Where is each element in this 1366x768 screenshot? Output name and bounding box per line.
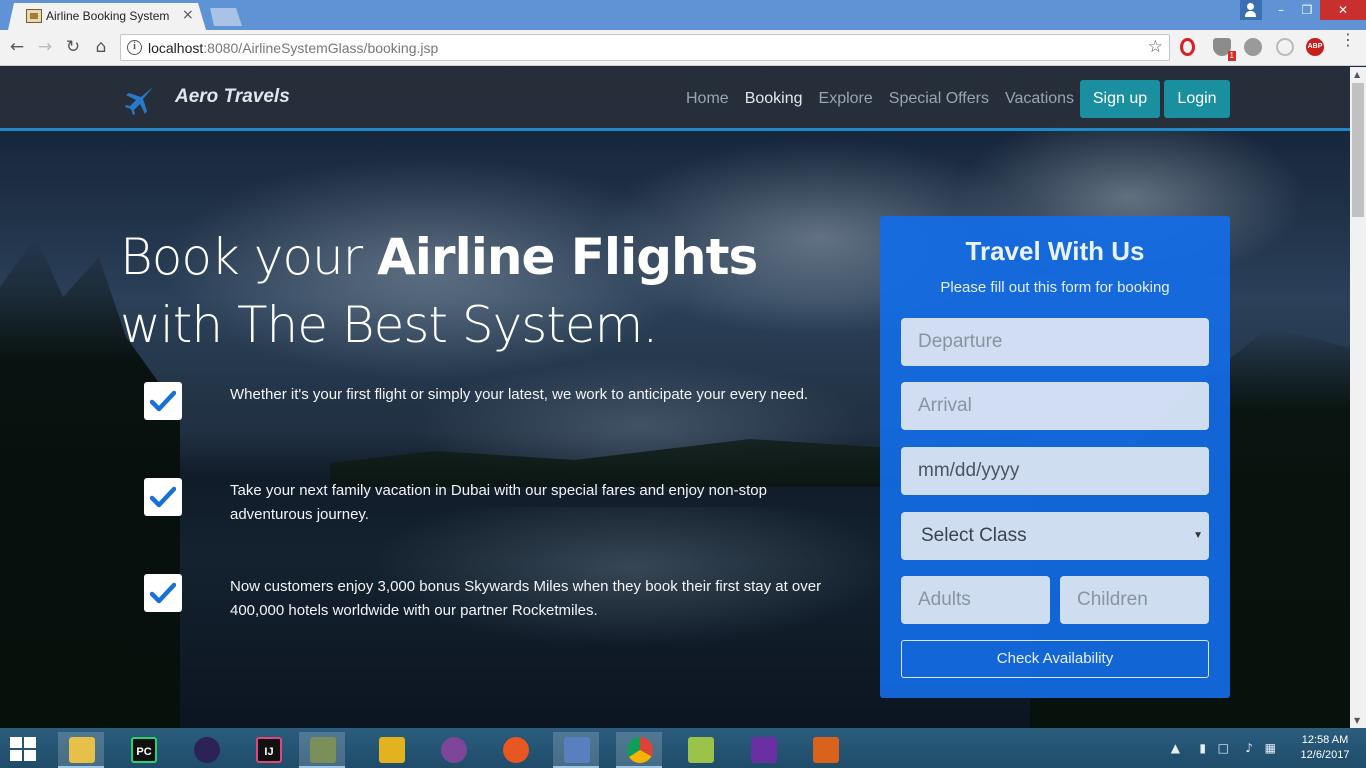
checkmark-icon	[144, 574, 182, 612]
nav-link-explore[interactable]: Explore	[819, 90, 873, 108]
feature-text: Take your next family vacation in Dubai …	[230, 482, 767, 523]
browser-toolbar: ← → ↻ ⌂ i localhost:8080/AirlineSystemGl…	[0, 30, 1366, 66]
nav-link-special-offers[interactable]: Special Offers	[889, 90, 989, 108]
browser-tab[interactable]: Airline Booking System ×	[8, 3, 206, 30]
scrollbar-thumb[interactable]	[1352, 83, 1364, 217]
brand-name[interactable]: Aero Travels	[175, 86, 290, 108]
page-scrollbar[interactable]: ▲ ▼	[1350, 67, 1366, 728]
network-disconnected-icon[interactable]: □	[1218, 741, 1229, 755]
home-icon[interactable]: ⌂	[90, 36, 112, 58]
file-explorer-icon[interactable]	[58, 732, 104, 768]
adblock-plus-icon[interactable]: ABP	[1306, 38, 1324, 56]
login-button[interactable]: Login	[1164, 80, 1230, 118]
site-navbar: Aero Travels Home Booking Explore Specia…	[0, 67, 1350, 131]
hero-title-part1: Book your	[120, 228, 378, 286]
hero-title-bold: Airline Flights	[377, 228, 758, 286]
checkmark-icon	[144, 478, 182, 516]
taskbar-clock[interactable]: 12:58 AM 12/6/2017	[1296, 733, 1354, 763]
children-input[interactable]: Children	[1060, 576, 1209, 624]
extension-badge: 1	[1227, 51, 1236, 61]
nav-links: Home Booking Explore Special Offers Vaca…	[686, 90, 1090, 108]
pycharm-icon[interactable]: PC	[120, 732, 166, 768]
tab-title: Airline Booking System	[46, 9, 170, 23]
form-subtitle: Please fill out this form for booking	[940, 279, 1170, 296]
address-bar[interactable]: i localhost:8080/AirlineSystemGlass/book…	[120, 34, 1170, 61]
eclipse-icon[interactable]	[183, 732, 229, 768]
adults-input[interactable]: Adults	[901, 576, 1050, 624]
hero-title-part2: with The Best System.	[120, 296, 658, 354]
clock-time: 12:58 AM	[1301, 734, 1349, 746]
minimize-button[interactable]: –	[1268, 0, 1294, 20]
new-tab-button[interactable]	[210, 8, 242, 26]
restore-button[interactable]: ❐	[1294, 0, 1320, 20]
opera-extension-icon[interactable]	[1180, 38, 1195, 56]
dropdown-caret-icon: ▼	[1193, 530, 1203, 541]
visual-studio-icon[interactable]	[740, 732, 786, 768]
form-title: Travel With Us	[965, 236, 1145, 266]
url-host: localhost	[148, 40, 204, 56]
signup-button[interactable]: Sign up	[1080, 80, 1160, 118]
chrome-icon[interactable]	[616, 732, 662, 768]
shield-extension-icon[interactable]: 1	[1213, 38, 1236, 61]
class-select[interactable]: Select Class ▼	[901, 512, 1209, 560]
arrival-input[interactable]: Arrival	[901, 382, 1209, 430]
scroll-up-icon[interactable]: ▲	[1354, 70, 1360, 79]
site-info-icon[interactable]: i	[127, 40, 142, 55]
departure-input[interactable]: Departure	[901, 318, 1209, 366]
tool-app-icon[interactable]	[299, 732, 345, 768]
feature-text: Whether it's your first flight or simply…	[230, 386, 809, 403]
checkmark-icon	[144, 382, 182, 420]
back-arrow-icon[interactable]: ←	[6, 36, 28, 58]
tab-close-icon[interactable]: ×	[182, 7, 194, 23]
virtualbox-icon[interactable]	[553, 732, 599, 768]
intellij-icon[interactable]: IJ	[245, 732, 291, 768]
matlab-icon[interactable]	[802, 732, 848, 768]
hero-title: Book your Airline Flights with The Best …	[120, 223, 860, 359]
notepad-plus-icon[interactable]	[677, 732, 723, 768]
page-viewport: Aero Travels Home Booking Explore Specia…	[0, 67, 1350, 728]
firefox-icon[interactable]	[492, 732, 538, 768]
nav-link-home[interactable]: Home	[686, 90, 729, 108]
reload-icon[interactable]: ↻	[62, 36, 84, 58]
windows-taskbar: PC IJ ▲ ▮ □ ♪ ▦ 12:58 AM 12/6/2017	[0, 728, 1366, 768]
browser-titlebar: Airline Booking System × – ❐ ✕	[0, 0, 1366, 30]
windows-start-icon[interactable]	[10, 737, 38, 761]
signal-icon[interactable]: ▦	[1265, 741, 1276, 755]
window-close-button[interactable]: ✕	[1320, 0, 1366, 20]
cloud-extension-icon[interactable]	[1244, 38, 1262, 56]
profile-icon[interactable]	[1240, 0, 1262, 20]
circle-extension-icon[interactable]	[1276, 38, 1294, 56]
volume-icon[interactable]: ♪	[1245, 741, 1253, 755]
check-availability-button[interactable]: Check Availability	[901, 640, 1209, 678]
class-select-value: Select Class	[921, 525, 1027, 546]
vs-code-alt-icon[interactable]	[368, 732, 414, 768]
bookmark-star-icon[interactable]: ☆	[1148, 37, 1163, 57]
tray-expand-icon[interactable]: ▲	[1171, 741, 1180, 755]
nav-link-vacations[interactable]: Vacations	[1005, 90, 1074, 108]
clock-date: 12/6/2017	[1300, 749, 1350, 761]
scroll-down-icon[interactable]: ▼	[1354, 716, 1360, 725]
browser-menu-icon[interactable]: ⋮	[1340, 32, 1356, 54]
feature-text: Now customers enjoy 3,000 bonus Skywards…	[230, 578, 822, 619]
airplane-logo-icon[interactable]	[123, 84, 155, 116]
forward-arrow-icon[interactable]: →	[34, 36, 56, 58]
page-favicon-icon	[26, 9, 42, 23]
nav-link-booking[interactable]: Booking	[745, 90, 803, 108]
tor-browser-icon[interactable]	[430, 732, 476, 768]
booking-form: Travel With Us Please fill out this form…	[880, 216, 1230, 698]
url-text[interactable]: localhost:8080/AirlineSystemGlass/bookin…	[148, 40, 438, 56]
battery-icon[interactable]: ▮	[1199, 741, 1206, 755]
window-controls: – ❐ ✕	[1240, 0, 1366, 20]
date-input[interactable]: mm/dd/yyyy	[901, 447, 1209, 495]
url-path: :8080/AirlineSystemGlass/booking.jsp	[203, 40, 439, 56]
